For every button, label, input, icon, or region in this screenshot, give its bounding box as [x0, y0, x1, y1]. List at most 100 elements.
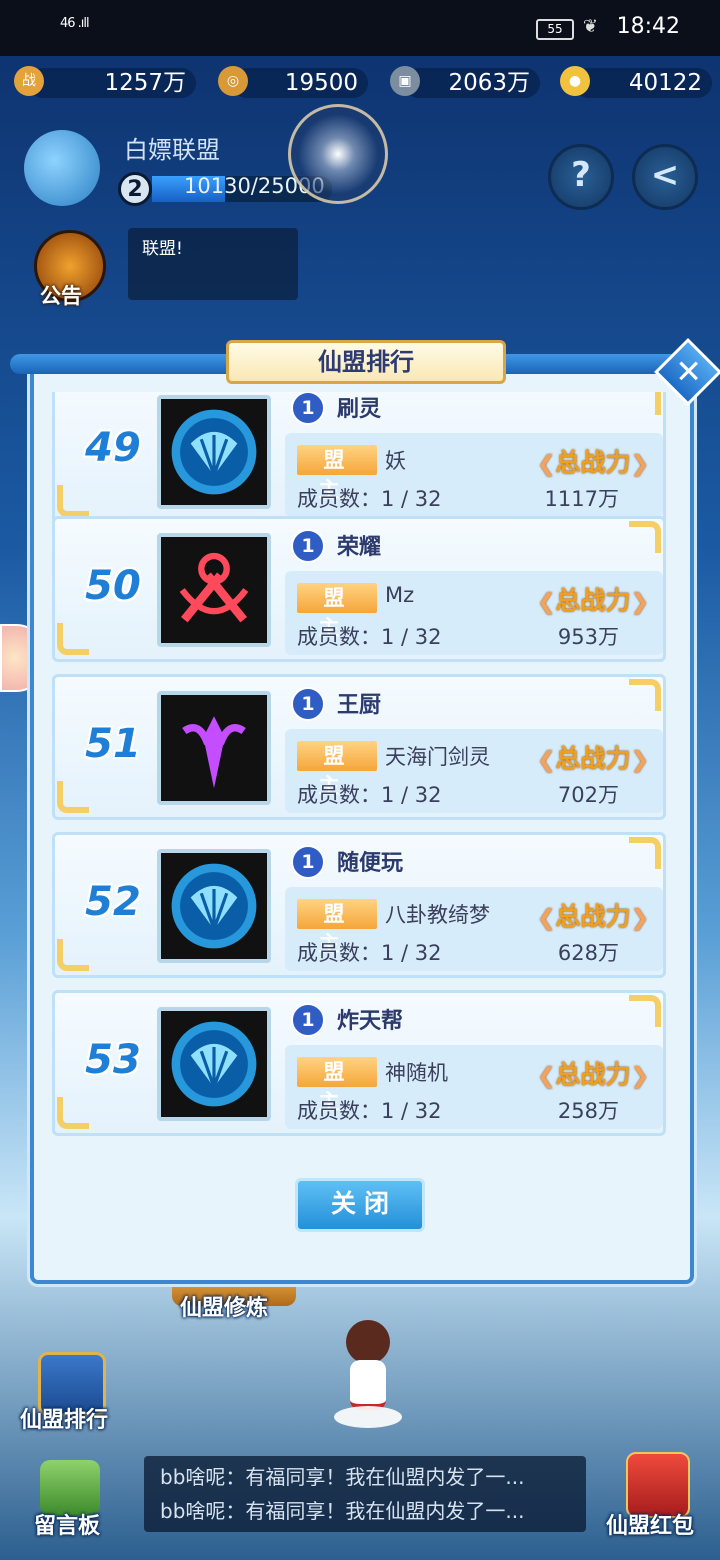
signal-indicator: 46 .ıll [60, 16, 90, 31]
guild-level-badge: 1 [291, 529, 325, 563]
wing-icon: ❮ [537, 748, 556, 773]
member-count: 成员数：1 / 32 [297, 937, 442, 967]
member-count: 成员数：1 / 32 [297, 621, 442, 651]
guild-info: 盟主 八卦教绮梦 成员数：1 / 32 ❮总战力❯ 628万 [285, 887, 663, 971]
wing-icon: ❮ [537, 452, 556, 477]
chat-line: bb啥呢：有福同享！我在仙盟内发了一... [160, 1465, 525, 1489]
battle-power-icon: 战 [14, 66, 44, 96]
currency-bar: 战 1257万 ◎ 19500 ▣ 2063万 ● 40122 [0, 62, 720, 106]
leaf-icon: ❦ [582, 16, 598, 37]
total-power-value: 258万 [557, 1099, 619, 1123]
ranking-row[interactable]: 49 1 刷灵 盟主 妖 成员数：1 / 32 ❮总战力❯ 1117万 [52, 392, 666, 524]
guild-emblem-icon [157, 849, 271, 963]
wing-icon: ❯ [630, 590, 649, 615]
wing-icon: ❯ [630, 748, 649, 773]
power-label-text: 总战力 [555, 586, 631, 615]
alliance-emblem-icon [24, 130, 100, 206]
guild-info: 盟主 天海门剑灵 成员数：1 / 32 ❮总战力❯ 702万 [285, 729, 663, 813]
leader-tag: 盟主 [297, 1057, 377, 1114]
member-count: 成员数：1 / 32 [297, 779, 442, 809]
members-label: 成员数： [297, 625, 381, 649]
corner-ornament [57, 1097, 89, 1129]
corner-ornament [57, 939, 89, 971]
currency-value: 2063万 [448, 70, 530, 96]
ranking-row[interactable]: 51 1 王厨 盟主 天海门剑灵 成员数：1 / 32 ❮总战力❯ 702万 [52, 674, 666, 820]
rank-number: 50 [85, 563, 141, 609]
chat-box[interactable]: bb啥呢：有福同享！我在仙盟内发了一... bb啥呢：有福同享！我在仙盟内发了一… [144, 1456, 586, 1532]
gold-ingot-icon: ● [560, 66, 590, 96]
back-arrow-icon: < [650, 155, 680, 195]
power-label-text: 总战力 [555, 744, 631, 773]
leader-tag: 盟主 [297, 583, 377, 640]
guild-level-badge: 1 [291, 1003, 325, 1037]
status-bar: 46 .ıll 55 ❦ 18:42 [0, 0, 720, 56]
corner-ornament [57, 485, 89, 517]
total-power-value: 628万 [557, 941, 619, 965]
leader-name: 八卦教绮梦 [385, 903, 490, 927]
rank-number: 49 [85, 425, 141, 471]
alliance-level-badge: 2 [118, 172, 152, 206]
guild-info: 盟主 妖 成员数：1 / 32 ❮总战力❯ 1117万 [285, 433, 663, 517]
ranking-list[interactable]: 49 1 刷灵 盟主 妖 成员数：1 / 32 ❮总战力❯ 1117万 50 1… [50, 392, 668, 1144]
copper-coin-icon: ◎ [218, 66, 248, 96]
guild-name: 随便玩 [337, 851, 404, 876]
red-packet-label[interactable]: 仙盟红包 [606, 1508, 694, 1540]
guild-name: 炸天帮 [337, 1009, 404, 1034]
members-label: 成员数： [297, 941, 381, 965]
player-character [334, 1320, 402, 1430]
ranking-row[interactable]: 50 1 荣耀 盟主 Mz 成员数：1 / 32 ❮总战力❯ 953万 [52, 516, 666, 662]
chat-line: bb啥呢：有福同享！我在仙盟内发了一... [160, 1499, 525, 1523]
total-power-value: 702万 [557, 783, 619, 807]
ranking-label[interactable]: 仙盟排行 [20, 1402, 108, 1434]
total-power-value: 1117万 [544, 487, 619, 511]
clock: 18:42 [616, 14, 680, 39]
members-value: 1 / 32 [381, 941, 442, 965]
guild-emblem-icon [157, 395, 271, 509]
battery-indicator: 55 [536, 19, 574, 40]
panel-title: 仙盟排行 [226, 340, 506, 384]
guild-level-badge: 1 [291, 392, 325, 425]
members-value: 1 / 32 [381, 625, 442, 649]
corner-ornament [629, 521, 661, 553]
wing-icon: ❮ [537, 590, 556, 615]
guild-emblem-icon [157, 1007, 271, 1121]
total-power-label: ❮总战力❯ [537, 1055, 649, 1091]
members-value: 1 / 32 [381, 487, 442, 511]
members-label: 成员数： [297, 783, 381, 807]
alliance-glow-orb[interactable] [288, 104, 388, 204]
guild-emblem-icon [157, 533, 271, 647]
currency-value: 1257万 [104, 70, 186, 96]
corner-ornament [57, 623, 89, 655]
leader-name: 天海门剑灵 [385, 745, 490, 769]
wing-icon: ❯ [630, 1064, 649, 1089]
notice-label: 公告 [40, 284, 82, 308]
message-board-label[interactable]: 留言板 [34, 1508, 100, 1540]
corner-ornament [629, 679, 661, 711]
guild-level-badge: 1 [291, 687, 325, 721]
total-power-label: ❮总战力❯ [537, 581, 649, 617]
close-icon: ✕ [675, 352, 703, 391]
cultivation-label: 仙盟修炼 [180, 1296, 269, 1321]
power-label-text: 总战力 [555, 1060, 631, 1089]
members-label: 成员数： [297, 1099, 381, 1123]
members-value: 1 / 32 [381, 1099, 442, 1123]
leader-tag: 盟主 [297, 899, 377, 956]
help-button[interactable]: ? [548, 144, 614, 210]
back-button[interactable]: < [632, 144, 698, 210]
silver-coin-icon: ▣ [390, 66, 420, 96]
currency-copper: ◎ 19500 [218, 66, 368, 98]
corner-ornament [629, 392, 661, 415]
close-button[interactable]: 关闭 [295, 1178, 425, 1232]
ranking-row[interactable]: 53 1 炸天帮 盟主 神随机 成员数：1 / 32 ❮总战力❯ 258万 [52, 990, 666, 1136]
members-label: 成员数： [297, 487, 381, 511]
currency-battle-power: 战 1257万 [14, 66, 196, 98]
corner-ornament [629, 995, 661, 1027]
guild-info: 盟主 Mz 成员数：1 / 32 ❮总战力❯ 953万 [285, 571, 663, 655]
members-value: 1 / 32 [381, 783, 442, 807]
leader-name: 神随机 [385, 1061, 448, 1085]
corner-ornament [629, 837, 661, 869]
wing-icon: ❮ [537, 1064, 556, 1089]
guild-name: 王厨 [337, 693, 382, 718]
ranking-row[interactable]: 52 1 随便玩 盟主 八卦教绮梦 成员数：1 / 32 ❮总战力❯ 628万 [52, 832, 666, 978]
wing-icon: ❯ [630, 906, 649, 931]
